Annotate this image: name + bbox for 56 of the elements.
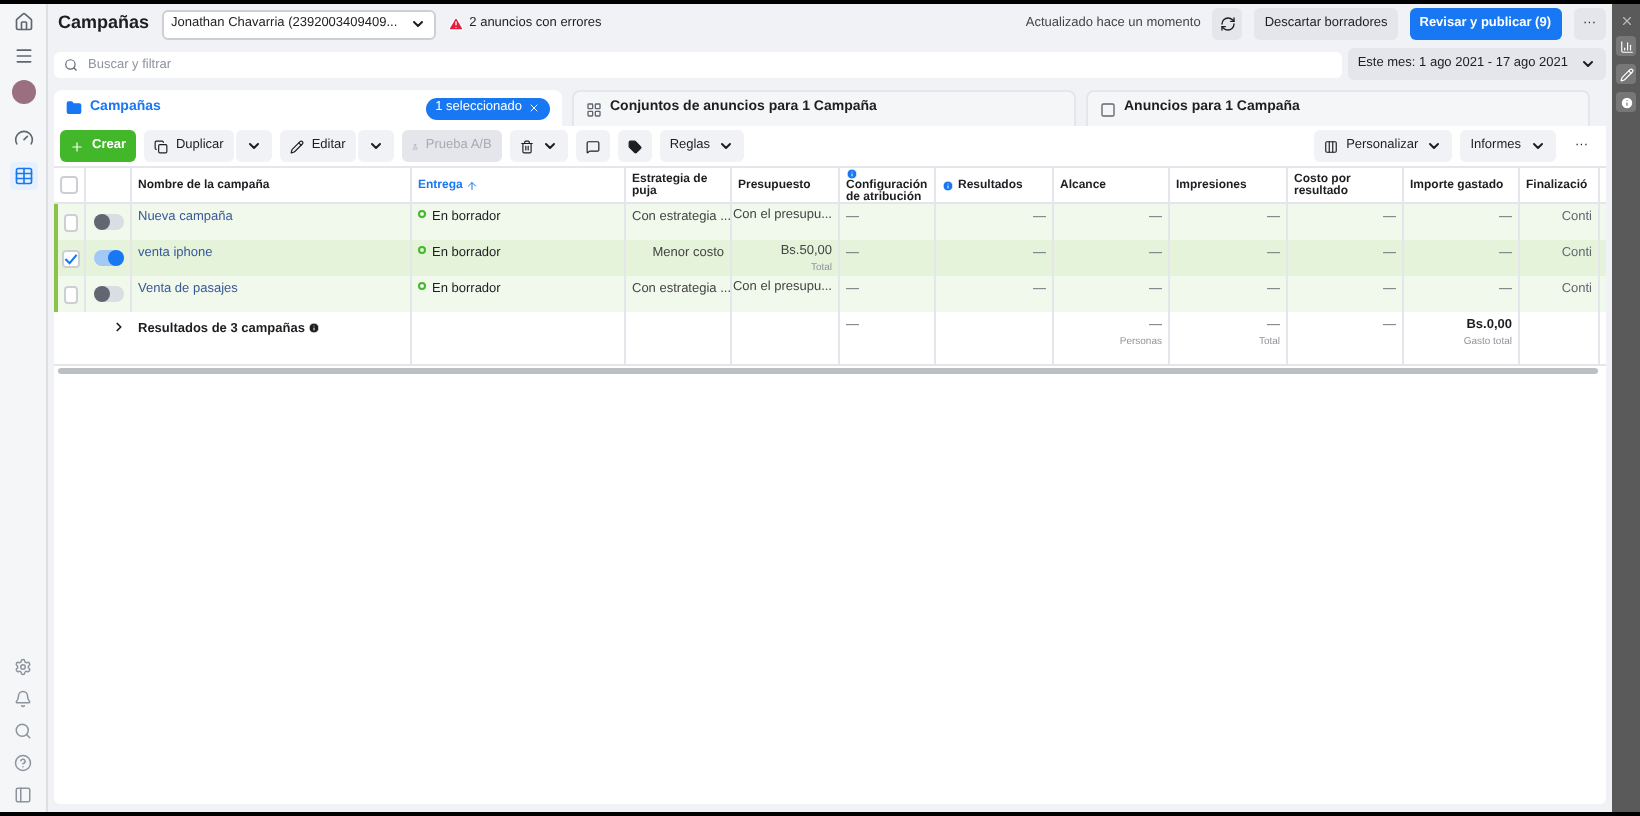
close-icon [528,102,540,114]
trash-icon [519,139,534,153]
sort-arrow-icon [466,179,479,191]
plus-icon [70,139,84,153]
row-checkbox[interactable] [62,249,80,267]
caret-icon [245,138,262,154]
chart-icon[interactable] [1616,36,1636,56]
columns-icon [1324,139,1339,153]
caret-icon [1529,138,1545,154]
bell-icon[interactable] [14,690,32,708]
scrollbar[interactable] [58,368,1598,374]
caret-icon [541,138,558,154]
gauge-icon[interactable] [13,128,33,148]
row-checkbox[interactable] [64,213,78,231]
edit-menu-button[interactable] [357,130,394,162]
square-icon [1100,101,1116,117]
tag-button[interactable] [617,130,652,162]
search-icon[interactable] [14,722,32,740]
status-toggle[interactable] [93,250,123,266]
avatar[interactable] [11,80,35,104]
grid-icon [586,101,602,117]
close-icon[interactable] [1619,14,1633,28]
info-icon [308,322,321,334]
info-icon[interactable] [1616,92,1636,112]
menu-icon[interactable] [13,46,33,66]
tag-icon [627,139,642,153]
pencil-icon[interactable] [1616,64,1636,84]
caret-icon [1426,138,1443,154]
caret-icon [367,138,384,154]
caret-icon [718,138,735,154]
folder-icon [66,100,82,116]
speech-bubble-icon [585,139,600,153]
duplicate-menu-button[interactable] [235,130,272,162]
info-icon [942,179,954,191]
warning-icon [447,16,464,32]
table-icon[interactable] [9,162,37,190]
panel-icon[interactable] [14,786,32,804]
pencil-icon [289,139,304,153]
select-all-checkbox[interactable] [60,176,78,194]
help-icon[interactable] [14,754,32,772]
status-toggle[interactable] [93,214,123,230]
copy-icon [153,139,168,153]
home-icon[interactable] [13,12,33,32]
row-checkbox[interactable] [64,285,78,303]
expand-icon[interactable] [112,320,126,334]
delete-button[interactable] [509,130,568,162]
page-title: Campañas [58,10,150,37]
status-toggle[interactable] [93,286,123,302]
caret-icon [409,16,426,32]
info-icon [846,168,858,180]
search-icon [64,57,78,71]
caret-icon [1580,56,1596,72]
preview-button[interactable] [575,130,610,162]
settings-icon[interactable] [14,658,32,676]
refresh-button[interactable] [1212,8,1243,40]
refresh-icon [1219,16,1236,32]
